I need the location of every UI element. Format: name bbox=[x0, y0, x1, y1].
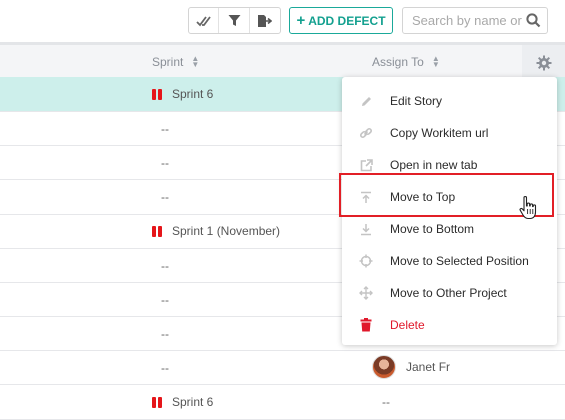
column-settings-button[interactable] bbox=[522, 45, 565, 80]
avatar bbox=[372, 355, 396, 379]
search-icon[interactable] bbox=[526, 13, 541, 28]
sprint-cell: Sprint 6 bbox=[152, 395, 213, 409]
menu-item-label: Move to Other Project bbox=[390, 286, 507, 300]
crosshair-icon bbox=[359, 254, 373, 268]
menu-item-label: Move to Selected Position bbox=[390, 254, 529, 268]
pencil-icon bbox=[359, 94, 373, 108]
export-icon bbox=[258, 14, 273, 27]
sprint-label: -- bbox=[161, 361, 169, 375]
link-icon bbox=[359, 126, 373, 140]
filter-button[interactable] bbox=[219, 8, 250, 33]
menu-item-copy-workitem-url[interactable]: Copy Workitem url bbox=[342, 117, 557, 149]
sprint-label: Sprint 6 bbox=[172, 395, 214, 409]
sprint-cell: Sprint 6 bbox=[152, 87, 213, 101]
sprint-column-header[interactable]: Sprint ▲ ▼ bbox=[152, 55, 199, 70]
sprint-icon bbox=[152, 88, 162, 100]
menu-item-edit-story[interactable]: Edit Story bbox=[342, 85, 557, 117]
assign-to-column-label: Assign To bbox=[372, 55, 424, 69]
search-box bbox=[402, 7, 548, 34]
toolbar: + ADD DEFECT bbox=[0, 0, 565, 42]
trash-icon bbox=[359, 318, 373, 332]
menu-item-label: Delete bbox=[390, 318, 425, 332]
assign-to-column-header[interactable]: Assign To ▲ ▼ bbox=[372, 55, 440, 70]
menu-item-label: Open in new tab bbox=[390, 158, 478, 172]
sprint-label: -- bbox=[161, 190, 169, 204]
assignee-name: Janet Fr bbox=[406, 360, 451, 374]
sprint-column-label: Sprint bbox=[152, 55, 184, 69]
menu-item-label: Move to Bottom bbox=[390, 222, 475, 236]
sprint-cell: Sprint 1 (November) bbox=[152, 224, 280, 238]
menu-item-label: Edit Story bbox=[390, 94, 443, 108]
sprint-label: -- bbox=[161, 259, 169, 273]
sort-icon[interactable]: ▲ ▼ bbox=[191, 55, 199, 69]
view-tool-group bbox=[188, 7, 281, 34]
sprint-label: -- bbox=[161, 293, 169, 307]
menu-item-label: Copy Workitem url bbox=[390, 126, 489, 140]
external-link-icon bbox=[359, 158, 373, 172]
assignee-name: -- bbox=[382, 395, 390, 409]
sprint-label: -- bbox=[161, 122, 169, 136]
menu-item-move-to-selected-position[interactable]: Move to Selected Position bbox=[342, 245, 557, 277]
sort-icon[interactable]: ▲ ▼ bbox=[432, 55, 440, 69]
hand-cursor-icon bbox=[519, 195, 537, 220]
menu-item-move-to-other-project[interactable]: Move to Other Project bbox=[342, 277, 557, 309]
sprint-icon bbox=[152, 225, 162, 237]
assignee-cell[interactable]: Janet Fr bbox=[372, 355, 450, 379]
multi-check-button[interactable] bbox=[189, 8, 220, 33]
filter-icon bbox=[228, 15, 241, 26]
double-check-icon bbox=[196, 15, 211, 26]
add-defect-label: ADD DEFECT bbox=[308, 13, 386, 28]
plus-icon: + bbox=[296, 12, 306, 29]
move-bottom-icon bbox=[359, 222, 373, 236]
sprint-label: -- bbox=[161, 156, 169, 170]
search-input[interactable] bbox=[412, 13, 524, 28]
grid-header: Sprint ▲ ▼ Assign To ▲ ▼ bbox=[0, 42, 565, 80]
export-button[interactable] bbox=[250, 8, 280, 33]
table-row[interactable]: -- Janet Fr bbox=[0, 351, 565, 385]
sprint-label: Sprint 6 bbox=[172, 87, 214, 101]
sprint-icon bbox=[152, 396, 162, 408]
menu-item-delete[interactable]: Delete bbox=[342, 309, 557, 341]
table-row[interactable]: Sprint 6 -- bbox=[0, 385, 565, 420]
sprint-label: Sprint 1 (November) bbox=[172, 224, 281, 238]
move-arrows-icon bbox=[359, 286, 373, 300]
sprint-label: -- bbox=[161, 327, 169, 341]
add-defect-button[interactable]: + ADD DEFECT bbox=[289, 7, 393, 34]
gear-icon bbox=[536, 55, 551, 70]
